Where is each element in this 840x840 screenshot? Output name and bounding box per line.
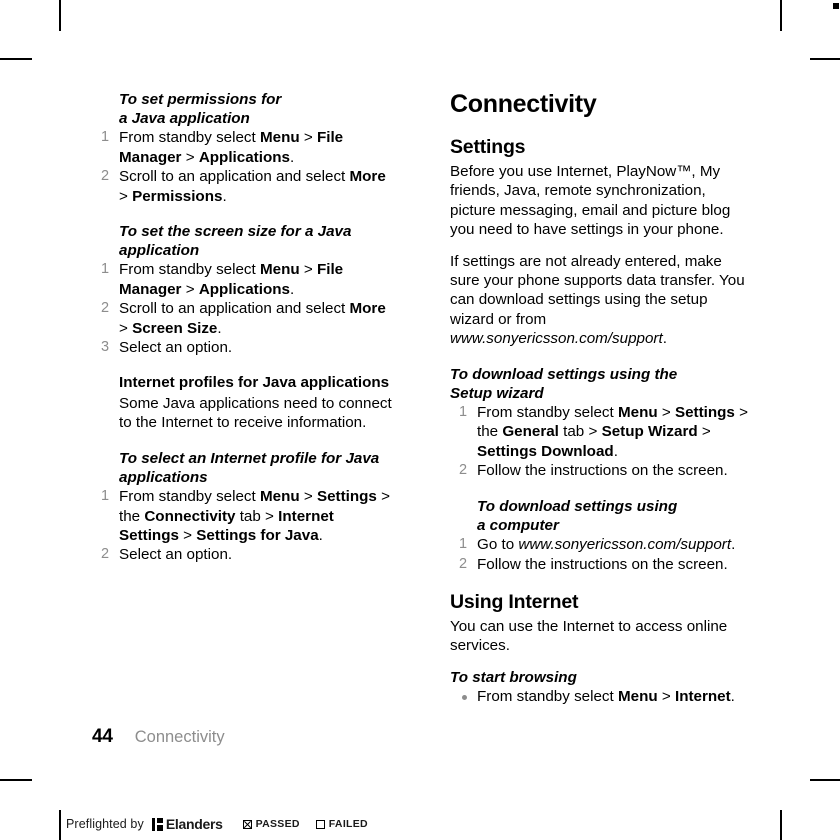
procedure-steps: From standby select Menu > Internet. bbox=[450, 687, 755, 706]
list-item: Go to www.sonyericsson.com/support. bbox=[459, 535, 736, 555]
elanders-brand-name: Elanders bbox=[165, 816, 223, 832]
procedure-set-permissions: To set permissions for a Java applicatio… bbox=[92, 90, 397, 206]
crop-mark-bottom-left-vertical bbox=[59, 810, 61, 840]
footer-chapter-name: Connectivity bbox=[134, 728, 225, 746]
section-internet-profiles: Internet profiles for Java applications … bbox=[119, 373, 397, 432]
procedure-start-browsing: To start browsing From standby select Me… bbox=[450, 668, 755, 707]
procedure-heading-line1: To download settings using the bbox=[450, 365, 678, 383]
procedure-select-internet-profile: To select an Internet profile for Java a… bbox=[92, 449, 397, 565]
procedure-heading-line2: a computer bbox=[477, 516, 559, 534]
list-item: Scroll to an application and select More… bbox=[101, 167, 386, 205]
section-heading-settings: Settings bbox=[450, 136, 526, 158]
list-item: Select an option. bbox=[101, 545, 233, 565]
preflight-failed-label: FAILED bbox=[328, 818, 368, 830]
left-column: To set permissions for a Java applicatio… bbox=[92, 90, 397, 565]
procedure-steps: From standby select Menu > Settings > th… bbox=[92, 487, 397, 565]
procedure-heading-line2: Setup wizard bbox=[450, 384, 544, 402]
procedure-steps: Go to www.sonyericsson.com/support. Foll… bbox=[450, 535, 755, 574]
preflight-failed: FAILED bbox=[315, 818, 368, 830]
list-item: From standby select Menu > File Manager … bbox=[101, 260, 344, 298]
procedure-steps: From standby select Menu > File Manager … bbox=[92, 260, 397, 357]
procedure-set-screen-size: To set the screen size for a Java applic… bbox=[92, 222, 397, 358]
checkbox-checked-icon bbox=[242, 819, 252, 829]
manual-page: To set permissions for a Java applicatio… bbox=[0, 0, 840, 840]
elanders-logo: Elanders bbox=[151, 816, 223, 832]
procedure-heading-line1: To set the screen size for a Java bbox=[119, 223, 352, 241]
crop-mark-bottom-right-horizontal bbox=[810, 779, 840, 781]
page-content: To set permissions for a Java applicatio… bbox=[0, 0, 840, 760]
preflight-text: Preflighted by bbox=[66, 817, 144, 831]
elanders-mark-icon bbox=[151, 817, 163, 831]
section-heading: Internet profiles for Java applications bbox=[119, 374, 390, 392]
preflight-passed: PASSED bbox=[242, 818, 300, 830]
procedure-heading-line1: To download settings using bbox=[477, 497, 678, 515]
procedure-steps: From standby select Menu > Settings > th… bbox=[450, 403, 755, 481]
procedure-heading-line2: applications bbox=[119, 468, 208, 486]
procedure-heading-line1: To select an Internet profile for Java bbox=[119, 449, 380, 467]
procedure-heading-line1: To set permissions for bbox=[119, 91, 282, 108]
crop-mark-bottom-right-vertical bbox=[780, 810, 782, 840]
procedure-download-setup-wizard: To download settings using the Setup wiz… bbox=[450, 365, 755, 481]
preflight-stamp: Preflighted by Elanders PASSED FAILED bbox=[66, 816, 368, 832]
list-item: Follow the instructions on the screen. bbox=[459, 461, 728, 481]
using-internet-paragraph: You can use the Internet to access onlin… bbox=[450, 617, 728, 655]
list-item: Follow the instructions on the screen. bbox=[459, 555, 728, 575]
procedure-heading-line2: application bbox=[119, 242, 200, 260]
list-item: Select an option. bbox=[101, 338, 233, 358]
list-item: From standby select Menu > Internet. bbox=[450, 687, 755, 706]
procedure-heading: To start browsing bbox=[450, 668, 577, 686]
checkbox-unchecked-icon bbox=[315, 819, 325, 829]
crop-mark-bottom-left-horizontal bbox=[0, 779, 32, 781]
list-item: Scroll to an application and select More… bbox=[101, 299, 386, 337]
list-item: From standby select Menu > Settings > th… bbox=[101, 487, 390, 544]
procedure-download-computer: To download settings using a computer Go… bbox=[450, 497, 755, 575]
list-item: From standby select Menu > Settings > th… bbox=[459, 403, 748, 460]
settings-paragraph-1: Before you use Internet, PlayNow™, My fr… bbox=[450, 163, 731, 239]
page-footer: 44 Connectivity bbox=[92, 726, 225, 748]
procedure-heading-line2: a Java application bbox=[119, 110, 250, 128]
section-heading-using-internet: Using Internet bbox=[450, 590, 579, 613]
procedure-steps: From standby select Menu > File Manager … bbox=[92, 128, 397, 206]
settings-paragraph-2: If settings are not already entered, mak… bbox=[450, 252, 745, 348]
chapter-title: Connectivity bbox=[450, 90, 597, 118]
right-column: Connectivity Settings Before you use Int… bbox=[450, 90, 755, 706]
section-paragraph: Some Java applications need to connect t… bbox=[119, 394, 392, 432]
page-number: 44 bbox=[92, 726, 113, 747]
preflight-passed-label: PASSED bbox=[255, 818, 300, 830]
list-item: From standby select Menu > File Manager … bbox=[101, 128, 344, 166]
